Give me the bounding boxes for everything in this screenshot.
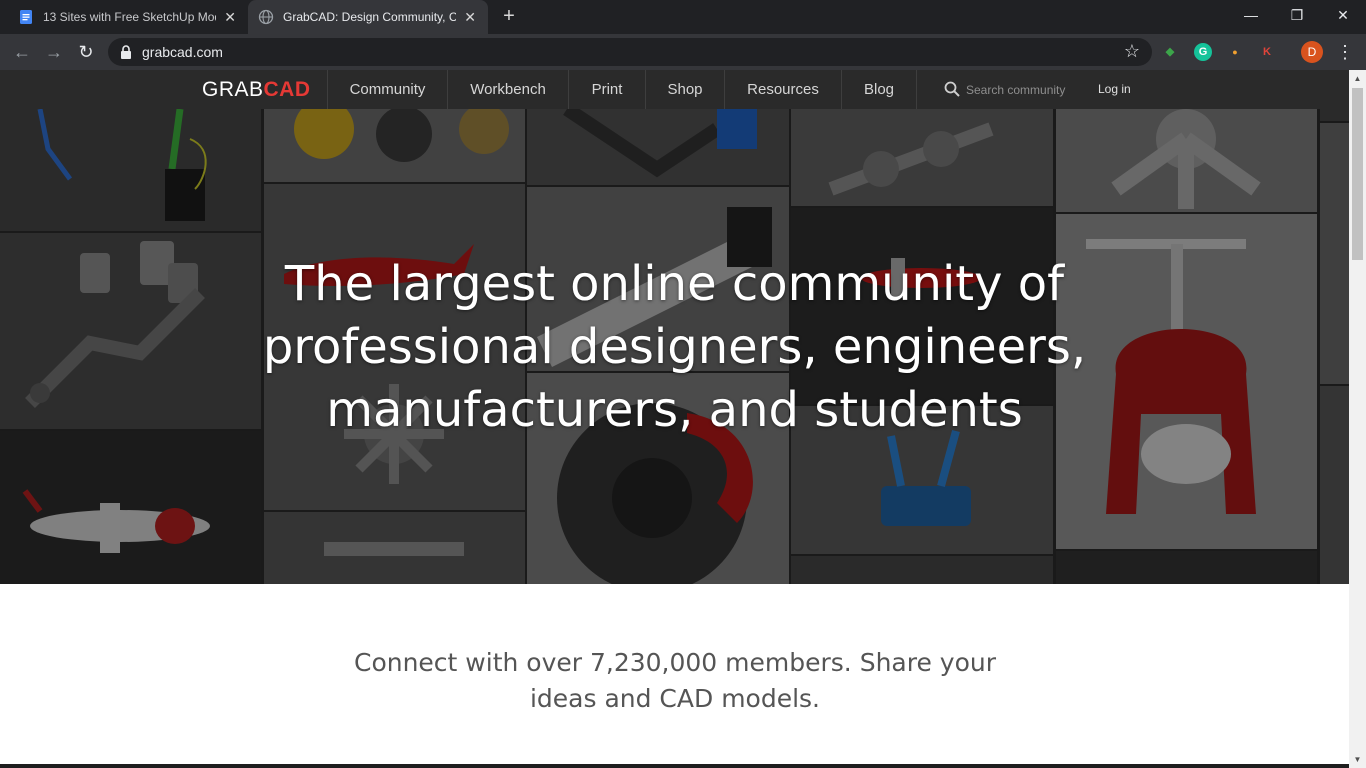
cad-model-tile[interactable]	[264, 512, 525, 584]
cad-model-tile[interactable]	[527, 109, 789, 185]
scroll-thumb[interactable]	[1352, 88, 1363, 260]
google-docs-icon	[20, 10, 32, 24]
nav-resources[interactable]: Resources	[724, 70, 841, 109]
site-navigation: GRABCAD Community Workbench Print Shop R…	[0, 70, 1349, 109]
page-scrollbar[interactable]: ▲ ▼	[1349, 70, 1366, 768]
cad-model-tile[interactable]	[264, 109, 525, 182]
nav-shop[interactable]: Shop	[645, 70, 724, 109]
tagline-line-1: Connect with over 7,230,000 members. Sha…	[353, 648, 997, 677]
logo-grab-text: GRAB	[202, 78, 264, 101]
login-link[interactable]: Log in	[1098, 82, 1131, 96]
nav-print[interactable]: Print	[568, 70, 645, 109]
globe-icon	[258, 9, 274, 25]
honey-extension-icon[interactable]: ●	[1226, 43, 1244, 61]
eye-dropper-extension-icon[interactable]: ◆	[1161, 43, 1179, 61]
cad-model-tile[interactable]	[0, 431, 261, 584]
minimize-icon[interactable]: —	[1228, 0, 1274, 30]
close-tab-icon[interactable]: ✕	[222, 9, 238, 26]
search-input[interactable]	[966, 81, 1084, 99]
address-url[interactable]: grabcad.com	[142, 44, 223, 60]
hero-line-1: The largest online community of	[284, 256, 1065, 312]
k-extension-icon[interactable]: K	[1258, 43, 1276, 61]
profile-avatar[interactable]: D	[1301, 41, 1323, 63]
scroll-up-icon[interactable]: ▲	[1349, 70, 1366, 87]
hero-line-3: manufacturers, and students	[326, 382, 1023, 438]
address-bar[interactable]: grabcad.com ☆	[108, 38, 1152, 66]
tab-title: 13 Sites with Free SketchUp Models	[43, 10, 216, 24]
cad-model-tile[interactable]	[0, 109, 261, 231]
hero-headline: The largest online community of professi…	[0, 253, 1349, 442]
close-window-icon[interactable]: ✕	[1320, 0, 1366, 30]
browser-toolbar: ← → ↻ grabcad.com ☆ ◆ G ● K D ⋮	[0, 34, 1366, 70]
hero-line-2: professional designers, engineers,	[262, 319, 1087, 375]
cad-model-tile[interactable]	[1320, 109, 1349, 121]
scroll-down-icon[interactable]: ▼	[1349, 751, 1366, 768]
browser-menu-icon[interactable]: ⋮	[1336, 40, 1354, 64]
cad-model-tile[interactable]	[1056, 551, 1317, 584]
tab-title: GrabCAD: Design Community, CAD Library	[283, 10, 457, 24]
nav-workbench[interactable]: Workbench	[447, 70, 568, 109]
tagline-line-2: ideas and CAD models.	[529, 684, 821, 713]
page-bottom-edge	[0, 764, 1349, 768]
grabcad-logo[interactable]: GRABCAD	[202, 78, 311, 102]
cad-model-tile[interactable]	[791, 556, 1053, 584]
cad-model-tile[interactable]	[791, 109, 1053, 206]
lock-icon	[121, 45, 131, 59]
nav-community[interactable]: Community	[327, 70, 447, 109]
tab-grabcad[interactable]: GrabCAD: Design Community, CAD Library ✕	[248, 0, 488, 34]
restore-icon[interactable]: ❐	[1274, 0, 1320, 30]
reload-icon[interactable]: ↻	[74, 40, 98, 64]
nav-blog[interactable]: Blog	[841, 70, 917, 109]
grammarly-extension-icon[interactable]: G	[1194, 43, 1212, 61]
logo-cad-text: CAD	[263, 78, 311, 101]
tab-strip: 13 Sites with Free SketchUp Models ✕ Gra…	[0, 0, 1366, 34]
new-tab-icon[interactable]: +	[498, 6, 520, 28]
page-viewport: GRABCAD Community Workbench Print Shop R…	[0, 70, 1349, 768]
search-icon	[944, 81, 960, 97]
close-tab-icon[interactable]: ✕	[462, 9, 478, 26]
community-search[interactable]	[944, 81, 1084, 99]
tab-sketchup-models[interactable]: 13 Sites with Free SketchUp Models ✕	[8, 0, 248, 34]
members-tagline: Connect with over 7,230,000 members. Sha…	[330, 645, 1020, 717]
hero-banner: The largest online community of professi…	[0, 109, 1349, 584]
cad-model-tile[interactable]	[1056, 109, 1317, 212]
forward-arrow-icon[interactable]: →	[42, 40, 66, 64]
back-arrow-icon[interactable]: ←	[10, 40, 34, 64]
bookmark-star-icon[interactable]: ☆	[1124, 41, 1140, 62]
